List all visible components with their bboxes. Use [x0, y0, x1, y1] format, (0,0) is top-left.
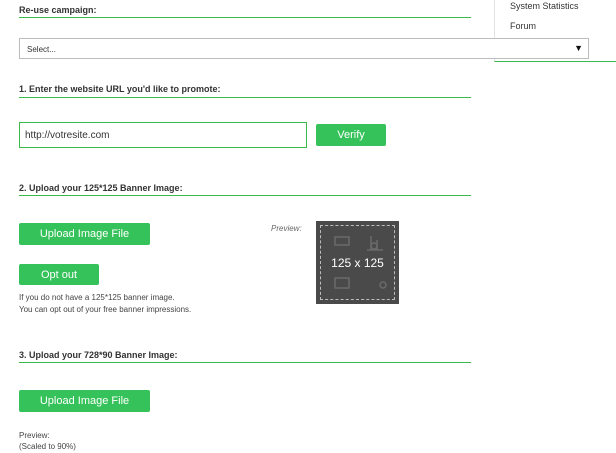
step1-title: 1. Enter the website URL you'd like to p…	[19, 84, 221, 94]
scaled-note: (Scaled to 90%)	[19, 442, 76, 451]
step2-title: 2. Upload your 125*125 Banner Image:	[19, 183, 183, 193]
reuse-campaign-select[interactable]: Select... ▼	[19, 38, 589, 59]
preview-label: Preview:	[271, 224, 302, 233]
preview-728-label: Preview:	[19, 431, 50, 440]
sidebar-item-system-statistics[interactable]: System Statistics	[510, 1, 579, 11]
banner-125-preview: 125 x 125	[316, 221, 399, 304]
divider	[19, 362, 471, 363]
reuse-campaign-label: Re-use campaign:	[19, 5, 97, 15]
optout-help-line1: If you do not have a 125*125 banner imag…	[19, 293, 175, 302]
sidebar-item-forum[interactable]: Forum	[510, 21, 536, 31]
website-url-input[interactable]: http://votresite.com	[19, 122, 307, 148]
divider	[19, 97, 471, 98]
select-value: Select...	[27, 45, 56, 54]
upload-125-button[interactable]: Upload Image File	[19, 223, 150, 245]
divider	[19, 195, 471, 196]
divider	[19, 17, 471, 18]
dropdown-arrow-icon: ▼	[574, 43, 583, 53]
verify-button[interactable]: Verify	[316, 124, 386, 146]
step3-title: 3. Upload your 728*90 Banner Image:	[19, 350, 178, 360]
preview-size-text: 125 x 125	[331, 256, 384, 270]
preview-frame: 125 x 125	[320, 225, 395, 300]
upload-728-button[interactable]: Upload Image File	[19, 390, 150, 412]
optout-help-line2: You can opt out of your free banner impr…	[19, 305, 192, 314]
opt-out-button[interactable]: Opt out	[19, 264, 99, 285]
